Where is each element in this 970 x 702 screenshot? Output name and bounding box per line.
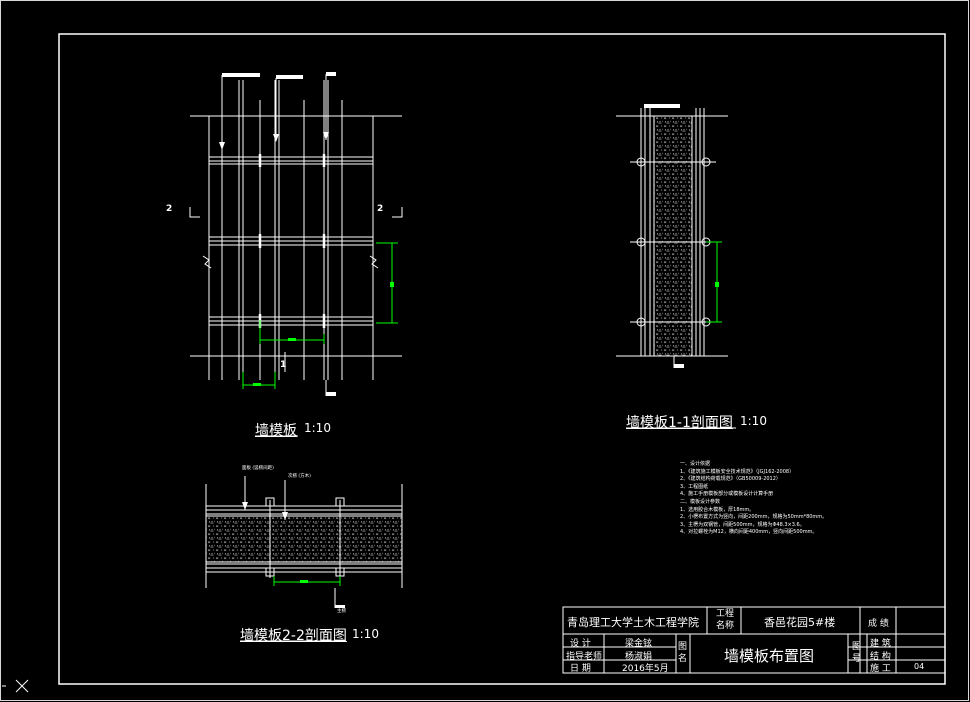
- note-line: 2、《建筑结构荷载规范》（GB50009-2012）: [680, 476, 781, 483]
- note-line: 2、小楞布置方式为竖向，间距200mm，规格为50mm*80mm。: [680, 514, 828, 521]
- ucs-cursor-icon: [2, 679, 29, 693]
- section-1-1-title: 墙模板1-1剖面图: [626, 415, 733, 431]
- outer-frame: [0, 0, 969, 701]
- discipline-construction: 施 工: [870, 664, 891, 674]
- elevation-leaders: [219, 72, 336, 396]
- note-line: 二、模板设计参数: [680, 498, 721, 505]
- discipline-architecture: 建 筑: [870, 639, 891, 649]
- section-2-2-label-stud: 次楞 (方木): [288, 474, 311, 479]
- design-notes: 一、设计依据 1、《建筑施工模板安全技术规范》（JGJ162-2008） 2、《…: [680, 461, 827, 537]
- project-name: 香邑花园5#楼: [764, 616, 836, 629]
- elevation-title: 墙模板: [255, 423, 297, 439]
- school-name: 青岛理工大学土木工程学院: [567, 616, 699, 629]
- inner-frame: [58, 33, 946, 685]
- section-2-2-view: [205, 476, 403, 608]
- note-line: 4、施工手册模板部分或模板设计计算手册: [680, 491, 774, 498]
- drawing-name: 墙模板布置图: [724, 647, 815, 665]
- sheet-number: 04: [914, 662, 925, 671]
- designer-value: 梁金铉: [625, 639, 653, 649]
- project-label: 工程名称: [715, 609, 734, 631]
- elevation-view: [189, 74, 403, 396]
- score-label: 成 绩: [868, 619, 889, 629]
- section-mark-left: 2: [166, 204, 173, 214]
- section-2-2-label-panel: 面板 (竖楞间距): [242, 466, 274, 471]
- drawing-no-label: 图号: [852, 642, 862, 664]
- section-mark-bottom: 1: [280, 360, 287, 370]
- drawing-linework: [0, 0, 969, 701]
- section-2-2-scale: 1:10: [352, 627, 379, 641]
- date-value: 2016年5月: [622, 664, 669, 674]
- section-2-2-title: 墙模板2-2剖面图: [240, 628, 347, 644]
- section-2-2-label-waler: 主楞: [337, 609, 346, 614]
- designer-label: 设 计: [570, 639, 591, 649]
- section-1-1-view: [616, 104, 728, 368]
- elevation-dimensions: [242, 242, 398, 389]
- section-1-1-scale: 1:10: [740, 414, 767, 428]
- elevation-scale: 1:10: [304, 421, 331, 435]
- drawing-name-label: 图名: [678, 642, 688, 664]
- cad-drawing-sheet: 2 2 1 墙模板 1:10 墙模板1-1剖面图 1:10 面板 (竖楞间距) …: [0, 0, 970, 702]
- date-label: 日 期: [570, 664, 591, 674]
- note-line: 一、设计依据: [680, 461, 711, 467]
- section-mark-right: 2: [377, 204, 384, 214]
- note-line: 4、对拉螺栓为M12，横向间距400mm，竖向间距500mm。: [680, 529, 818, 536]
